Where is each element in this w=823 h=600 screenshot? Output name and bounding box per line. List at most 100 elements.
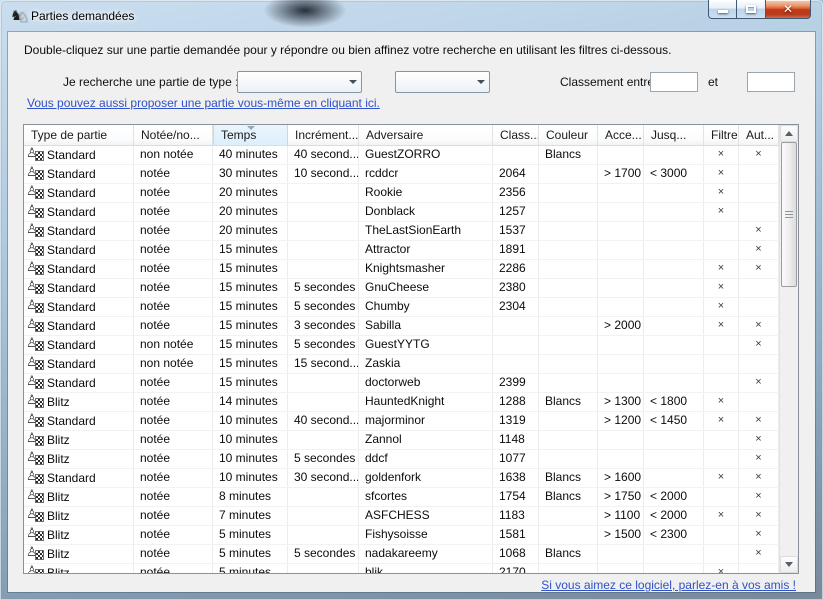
cell-time: 20 minutes bbox=[213, 184, 288, 202]
game-row[interactable]: ♙Standardnotée20 minutesTheLastSionEarth… bbox=[24, 222, 779, 241]
minimize-button[interactable] bbox=[708, 0, 737, 19]
game-row[interactable]: ♙Blitznotée14 minutesHauntedKnight1288Bl… bbox=[24, 393, 779, 412]
game-row[interactable]: ♙Standardnon notée40 minutes40 second...… bbox=[24, 146, 779, 165]
game-row[interactable]: ♙Standardnotée15 minutesdoctorweb2399× bbox=[24, 374, 779, 393]
close-button[interactable]: ✕ bbox=[765, 0, 811, 19]
cell-color bbox=[539, 336, 598, 354]
game-row[interactable]: ♙Blitznotée5 minutes5 secondesnadakareem… bbox=[24, 545, 779, 564]
cell-type: ♙Standard bbox=[24, 317, 134, 335]
cell-time: 10 minutes bbox=[213, 469, 288, 487]
chess-pawn-icon: ♙ bbox=[27, 565, 45, 573]
game-category-combobox[interactable] bbox=[395, 71, 490, 93]
cell-increment bbox=[288, 526, 359, 544]
cell-filter: × bbox=[704, 469, 739, 487]
cell-color: Blancs bbox=[539, 469, 598, 487]
column-header-rating[interactable]: Class... bbox=[493, 125, 539, 145]
chess-pawn-icon: ♙ bbox=[27, 470, 45, 486]
rating-max-input[interactable] bbox=[747, 72, 795, 92]
cell-opponent: majorminor bbox=[359, 412, 493, 430]
game-row[interactable]: ♙Standardnotée10 minutes30 second...gold… bbox=[24, 469, 779, 488]
game-row[interactable]: ♙Blitznotée5 minutesblik2170× bbox=[24, 564, 779, 573]
cell-color bbox=[539, 222, 598, 240]
cell-increment: 15 second... bbox=[288, 355, 359, 373]
cell-color: Blancs bbox=[539, 545, 598, 563]
cell-rating bbox=[493, 317, 539, 335]
game-row[interactable]: ♙Standardnon notée15 minutes5 secondesGu… bbox=[24, 336, 779, 355]
cell-auto: × bbox=[739, 146, 779, 164]
cell-opponent: GuestYYTG bbox=[359, 336, 493, 354]
scroll-down-button[interactable] bbox=[780, 556, 798, 573]
scroll-up-button[interactable] bbox=[780, 125, 798, 142]
cell-rating: 2380 bbox=[493, 279, 539, 297]
chess-pawn-icon: ♙ bbox=[27, 546, 45, 562]
game-row[interactable]: ♙Blitznotée5 minutesFishysoisse1581> 150… bbox=[24, 526, 779, 545]
share-software-link[interactable]: Si vous aimez ce logiciel, parlez-en à v… bbox=[541, 578, 796, 592]
cell-rating_to: < 2000 bbox=[644, 488, 704, 506]
cell-rating_to bbox=[644, 260, 704, 278]
game-row[interactable]: ♙Standardnotée10 minutes40 second...majo… bbox=[24, 412, 779, 431]
column-header-time[interactable]: Temps bbox=[213, 125, 288, 145]
cell-color bbox=[539, 184, 598, 202]
maximize-button[interactable] bbox=[737, 0, 765, 19]
cell-auto: × bbox=[739, 545, 779, 563]
column-header-rating_to[interactable]: Jusq... bbox=[644, 125, 704, 145]
close-icon: ✕ bbox=[783, 1, 793, 18]
game-row[interactable]: ♙Standardnotée15 minutes3 secondesSabill… bbox=[24, 317, 779, 336]
column-header-filter[interactable]: Filtre bbox=[704, 125, 739, 145]
cell-rating: 2286 bbox=[493, 260, 539, 278]
column-header-rated[interactable]: Notée/no... bbox=[134, 125, 213, 145]
cell-filter: × bbox=[704, 203, 739, 221]
game-row[interactable]: ♙Blitznotée10 minutes5 secondesddcf1077× bbox=[24, 450, 779, 469]
triangle-down-icon bbox=[785, 562, 793, 567]
cell-opponent: Fishysoisse bbox=[359, 526, 493, 544]
cell-color bbox=[539, 241, 598, 259]
game-row[interactable]: ♙Standardnotée15 minutes5 secondesGnuChe… bbox=[24, 279, 779, 298]
game-row[interactable]: ♙Standardnotée30 minutes10 second...rcdd… bbox=[24, 165, 779, 184]
column-header-label: Temps bbox=[221, 128, 256, 142]
instructions-text: Double-cliquez sur une partie demandée p… bbox=[24, 43, 671, 57]
chess-pawn-icon: ♙ bbox=[27, 451, 45, 467]
cell-rating_to: < 3000 bbox=[644, 165, 704, 183]
game-row[interactable]: ♙Standardnotée20 minutesDonblack1257× bbox=[24, 203, 779, 222]
titlebar[interactable]: ♞ ♘ Parties demandées ✕ bbox=[0, 0, 823, 32]
propose-game-link[interactable]: Vous pouvez aussi proposer une partie vo… bbox=[27, 96, 380, 110]
column-header-opponent[interactable]: Adversaire bbox=[359, 125, 493, 145]
cell-auto: × bbox=[739, 431, 779, 449]
column-header-color[interactable]: Couleur bbox=[539, 125, 598, 145]
column-header-auto[interactable]: Aut... bbox=[739, 125, 779, 145]
game-row[interactable]: ♙Standardnotée15 minutesAttractor1891× bbox=[24, 241, 779, 260]
triangle-up-icon bbox=[785, 131, 793, 136]
chess-pawn-icon: ♙ bbox=[27, 337, 45, 353]
game-row[interactable]: ♙Blitznotée8 minutessfcortes1754Blancs> … bbox=[24, 488, 779, 507]
cell-rating_to bbox=[644, 298, 704, 316]
desktop-background: ♞ ♘ Parties demandées ✕ Double-cliquez s… bbox=[0, 0, 823, 600]
game-row[interactable]: ♙Standardnon notée15 minutes15 second...… bbox=[24, 355, 779, 374]
column-header-type[interactable]: Type de partie bbox=[24, 125, 134, 145]
column-header-increment[interactable]: Incrément... bbox=[288, 125, 359, 145]
chess-pawn-icon: ♙ bbox=[27, 356, 45, 372]
chess-pawn-icon: ♙ bbox=[27, 223, 45, 239]
cell-increment bbox=[288, 260, 359, 278]
vertical-scrollbar[interactable] bbox=[779, 125, 798, 573]
cell-rated: notée bbox=[134, 469, 213, 487]
game-row[interactable]: ♙Standardnotée15 minutesKnightsmasher228… bbox=[24, 260, 779, 279]
game-type-value: Blitz bbox=[47, 546, 70, 563]
column-header-rating_from[interactable]: Acce... bbox=[598, 125, 644, 145]
cell-opponent: GnuCheese bbox=[359, 279, 493, 297]
cell-time: 5 minutes bbox=[213, 545, 288, 563]
cell-rated: notée bbox=[134, 545, 213, 563]
game-row[interactable]: ♙Standardnotée20 minutesRookie2356× bbox=[24, 184, 779, 203]
game-type-value: Blitz bbox=[47, 451, 70, 468]
cell-filter: × bbox=[704, 317, 739, 335]
rating-min-input[interactable] bbox=[650, 72, 698, 92]
cell-rating_from bbox=[598, 450, 644, 468]
game-type-combobox[interactable] bbox=[237, 71, 362, 93]
cell-increment: 5 secondes bbox=[288, 279, 359, 297]
game-row[interactable]: ♙Blitznotée10 minutesZannol1148× bbox=[24, 431, 779, 450]
cell-opponent: TheLastSionEarth bbox=[359, 222, 493, 240]
chess-pawn-icon: ♙ bbox=[27, 394, 45, 410]
scrollbar-thumb[interactable] bbox=[781, 142, 797, 287]
cell-rating: 1288 bbox=[493, 393, 539, 411]
game-row[interactable]: ♙Standardnotée15 minutes5 secondesChumby… bbox=[24, 298, 779, 317]
game-row[interactable]: ♙Blitznotée7 minutesASFCHESS1183> 1100< … bbox=[24, 507, 779, 526]
